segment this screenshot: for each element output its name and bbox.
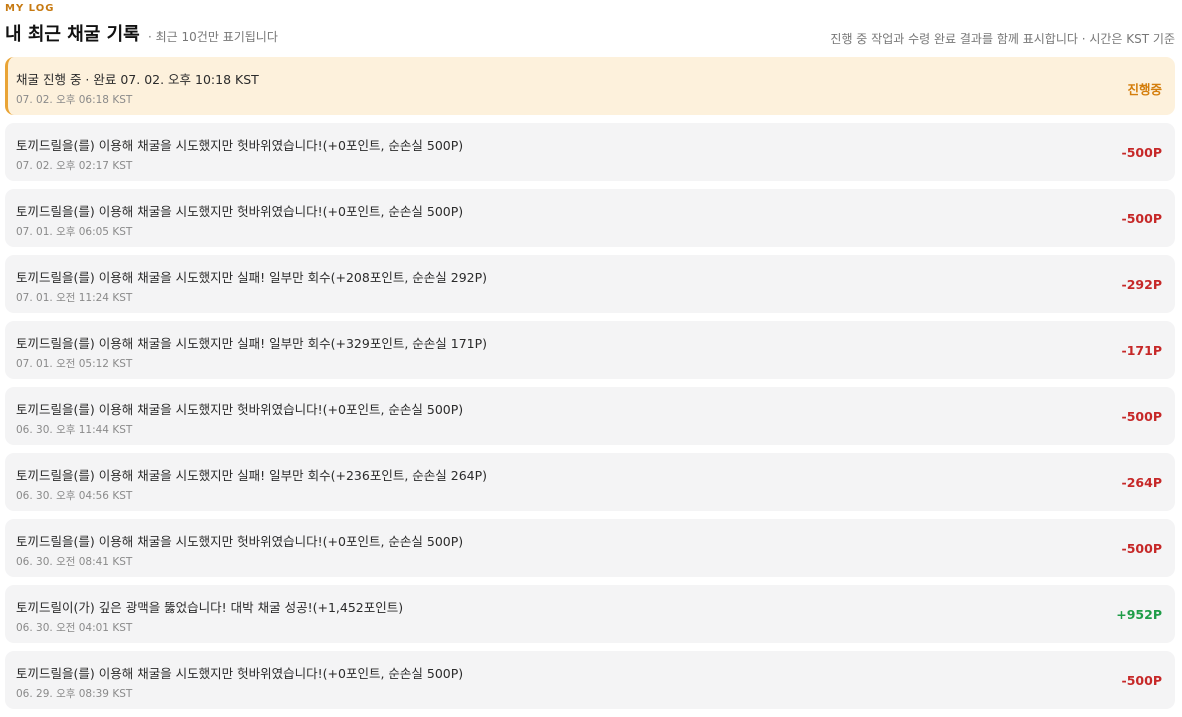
log-time: 06. 30. 오후 11:44 KST — [16, 424, 133, 436]
log-message: 토끼드릴을(를) 이용해 채굴을 시도했지만 헛바위였습니다!(+0포인트, 순… — [16, 138, 464, 153]
log-result: 진행중 — [1127, 82, 1162, 97]
list-item: 토끼드릴을(를) 이용해 채굴을 시도했지만 헛바위였습니다!(+0포인트, 순… — [5, 651, 1175, 709]
log-message: 토끼드릴을(를) 이용해 채굴을 시도했지만 헛바위였습니다!(+0포인트, 순… — [16, 204, 464, 219]
log-result: -500P — [1121, 541, 1162, 556]
log-time: 06. 30. 오전 08:41 KST — [16, 556, 133, 568]
list-item: 토끼드릴을(를) 이용해 채굴을 시도했지만 실패! 일부만 회수(+329포인… — [5, 321, 1175, 379]
log-time: 06. 29. 오후 08:39 KST — [16, 688, 133, 700]
list-item: 채굴 진행 중 · 완료 07. 02. 오후 10:18 KST 07. 02… — [5, 57, 1175, 115]
log-result: -500P — [1121, 145, 1162, 160]
log-time: 07. 02. 오후 06:18 KST — [16, 94, 133, 106]
list-item: 토끼드릴을(를) 이용해 채굴을 시도했지만 실패! 일부만 회수(+236포인… — [5, 453, 1175, 511]
list-item: 토끼드릴이(가) 깊은 광맥을 뚫었습니다! 대박 채굴 성공!(+1,452포… — [5, 585, 1175, 643]
log-message: 토끼드릴을(를) 이용해 채굴을 시도했지만 실패! 일부만 회수(+236포인… — [16, 468, 488, 483]
log-time: 06. 30. 오전 04:01 KST — [16, 622, 133, 634]
log-result: -500P — [1121, 409, 1162, 424]
log-result: -500P — [1121, 673, 1162, 688]
log-result: -500P — [1121, 211, 1162, 226]
log-time: 07. 01. 오전 11:24 KST — [16, 292, 133, 304]
log-message: 토끼드릴을(를) 이용해 채굴을 시도했지만 실패! 일부만 회수(+208포인… — [16, 270, 488, 285]
log-message: 토끼드릴을(를) 이용해 채굴을 시도했지만 헛바위였습니다!(+0포인트, 순… — [16, 402, 464, 417]
log-time: 07. 02. 오후 02:17 KST — [16, 160, 133, 172]
page-title: 내 최근 채굴 기록 — [5, 24, 140, 45]
log-result: -264P — [1121, 475, 1162, 490]
list-item: 토끼드릴을(를) 이용해 채굴을 시도했지만 헛바위였습니다!(+0포인트, 순… — [5, 519, 1175, 577]
log-time: 07. 01. 오전 05:12 KST — [16, 358, 133, 370]
list-item: 토끼드릴을(를) 이용해 채굴을 시도했지만 실패! 일부만 회수(+208포인… — [5, 255, 1175, 313]
list-item: 토끼드릴을(를) 이용해 채굴을 시도했지만 헛바위였습니다!(+0포인트, 순… — [5, 123, 1175, 181]
log-message: 토끼드릴이(가) 깊은 광맥을 뚫었습니다! 대박 채굴 성공!(+1,452포… — [16, 600, 404, 615]
log-message: 토끼드릴을(를) 이용해 채굴을 시도했지만 헛바위였습니다!(+0포인트, 순… — [16, 666, 464, 681]
log-message: 토끼드릴을(를) 이용해 채굴을 시도했지만 실패! 일부만 회수(+329포인… — [16, 336, 488, 351]
log-time: 07. 01. 오후 06:05 KST — [16, 226, 133, 238]
list-item: 토끼드릴을(를) 이용해 채굴을 시도했지만 헛바위였습니다!(+0포인트, 순… — [5, 189, 1175, 247]
log-header: 내 최근 채굴 기록 · 최근 10건만 표기됩니다 진행 중 작업과 수령 완… — [5, 18, 1175, 46]
section-eyebrow: MY LOG — [5, 3, 55, 14]
log-result: -171P — [1121, 343, 1162, 358]
log-time: 06. 30. 오후 04:56 KST — [16, 490, 133, 502]
title-note: · 최근 10건만 표기됩니다 — [148, 30, 278, 44]
log-result: +952P — [1116, 607, 1162, 622]
log-message: 토끼드릴을(를) 이용해 채굴을 시도했지만 헛바위였습니다!(+0포인트, 순… — [16, 534, 464, 549]
log-list: 채굴 진행 중 · 완료 07. 02. 오후 10:18 KST 07. 02… — [5, 57, 1175, 717]
log-result: -292P — [1121, 277, 1162, 292]
list-item: 토끼드릴을(를) 이용해 채굴을 시도했지만 헛바위였습니다!(+0포인트, 순… — [5, 387, 1175, 445]
log-message: 채굴 진행 중 · 완료 07. 02. 오후 10:18 KST — [16, 72, 259, 87]
header-info-note: 진행 중 작업과 수령 완료 결과를 함께 표시합니다 · 시간은 KST 기준 — [830, 32, 1175, 46]
